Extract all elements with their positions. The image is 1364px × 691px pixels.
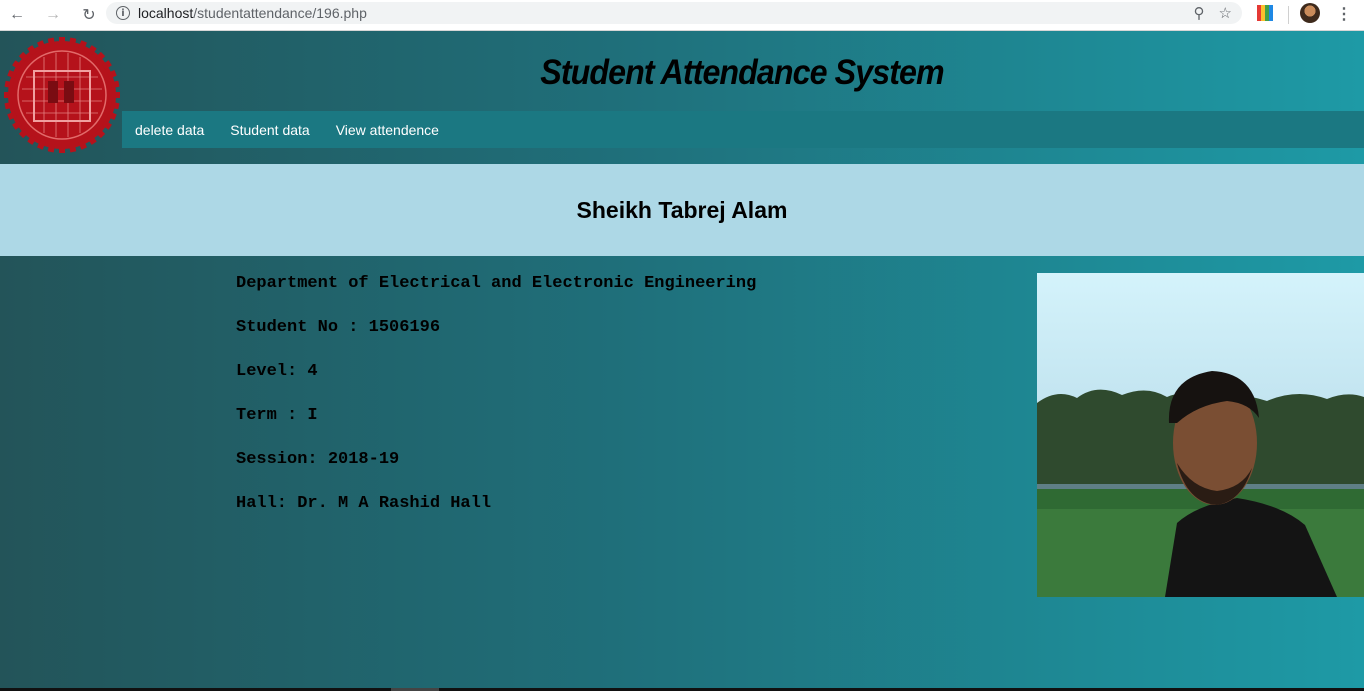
site-title: Student Attendance System (540, 53, 944, 92)
star-icon[interactable]: ☆ (1219, 4, 1232, 22)
info-icon[interactable]: i (116, 6, 130, 20)
student-no-text: Student No : 1506196 (236, 318, 441, 337)
nav-view-attendence[interactable]: View attendence (323, 122, 452, 138)
reload-icon[interactable]: ↻ (78, 4, 100, 26)
extension-icon[interactable] (1257, 5, 1273, 21)
back-arrow-icon[interactable]: ← (6, 4, 28, 26)
profile-avatar[interactable] (1300, 3, 1320, 23)
student-name-banner: Sheikh Tabrej Alam (0, 164, 1364, 256)
term-text: Term : I (236, 406, 318, 425)
university-logo (4, 37, 120, 153)
zoom-icon[interactable]: ⚲ (1194, 4, 1205, 22)
browser-toolbar: ← → ↻ i localhost/studentattendance/196.… (0, 0, 1364, 31)
level-text: Level: 4 (236, 362, 318, 381)
student-info: Department of Electrical and Electronic … (236, 274, 756, 538)
nav-student-data[interactable]: Student data (217, 122, 322, 138)
department-text: Department of Electrical and Electronic … (236, 274, 757, 293)
kebab-menu-icon[interactable]: ⋮ (1336, 4, 1352, 24)
session-text: Session: 2018-19 (236, 450, 400, 469)
forward-arrow-icon[interactable]: → (42, 4, 64, 26)
address-bar[interactable]: i localhost/studentattendance/196.php ⚲ … (106, 2, 1242, 24)
url-text[interactable]: localhost/studentattendance/196.php (138, 5, 367, 21)
hall-text: Hall: Dr. M A Rashid Hall (236, 494, 492, 513)
main-navbar: delete data Student data View attendence (122, 111, 1364, 148)
student-name: Sheikh Tabrej Alam (576, 196, 788, 223)
student-photo (1037, 273, 1364, 597)
toolbar-divider (1288, 6, 1289, 24)
page-body: Student Attendance System delete data St… (0, 31, 1364, 688)
nav-delete-data[interactable]: delete data (122, 122, 217, 138)
